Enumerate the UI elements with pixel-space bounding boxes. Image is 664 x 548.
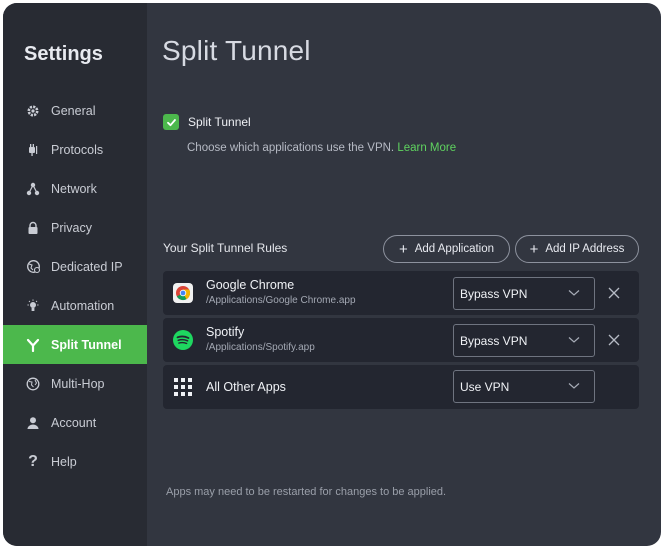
sidebar-item-general[interactable]: General <box>3 91 147 130</box>
add-ip-address-button[interactable]: + Add IP Address <box>515 235 639 263</box>
remove-rule-button[interactable] <box>605 331 623 349</box>
settings-window: Settings General Protocols Network Priva… <box>3 3 661 546</box>
chrome-icon <box>173 283 193 303</box>
question-icon: ? <box>28 452 38 470</box>
rule-mode-select[interactable]: Use VPN <box>453 370 595 403</box>
add-ip-address-label: Add IP Address <box>545 243 625 255</box>
sidebar-item-dedicated-ip[interactable]: Dedicated IP <box>3 247 147 286</box>
sidebar-item-split-tunnel[interactable]: Split Tunnel <box>3 325 147 364</box>
sidebar-item-label: Dedicated IP <box>51 259 123 274</box>
rule-mode-value: Bypass VPN <box>460 286 528 301</box>
rule-row: Google Chrome /Applications/Google Chrom… <box>163 271 639 315</box>
lock-icon <box>25 220 41 236</box>
sidebar-item-network[interactable]: Network <box>3 169 147 208</box>
sidebar-item-label: Network <box>51 181 97 196</box>
close-icon <box>608 287 620 299</box>
sidebar-item-label: Automation <box>51 298 115 313</box>
chevron-down-icon <box>568 383 580 389</box>
dedicated-ip-icon <box>25 259 41 275</box>
globe-icon <box>25 376 41 392</box>
rule-app-path: /Applications/Spotify.app <box>206 342 315 353</box>
split-icon <box>25 337 41 353</box>
page-title: Split Tunnel <box>162 35 311 66</box>
description-text: Choose which applications use the VPN. <box>187 142 395 154</box>
add-application-button[interactable]: + Add Application <box>383 235 510 263</box>
sidebar-nav: General Protocols Network Privacy Dedica… <box>3 91 147 481</box>
sidebar-item-help[interactable]: ? Help <box>3 442 147 481</box>
learn-more-link[interactable]: Learn More <box>397 142 456 154</box>
sidebar-item-account[interactable]: Account <box>3 403 147 442</box>
sidebar-item-label: Help <box>51 454 77 469</box>
rule-app-name: Spotify <box>206 325 245 339</box>
plus-icon: + <box>529 240 539 258</box>
sidebar-item-protocols[interactable]: Protocols <box>3 130 147 169</box>
chevron-down-icon <box>568 337 580 343</box>
spotify-icon <box>173 330 193 350</box>
sidebar-item-label: Protocols <box>51 142 104 157</box>
rule-mode-select[interactable]: Bypass VPN <box>453 324 595 357</box>
split-tunnel-checkbox[interactable] <box>163 114 179 130</box>
rule-app-name: Google Chrome <box>206 278 295 292</box>
sidebar-item-multi-hop[interactable]: Multi-Hop <box>3 364 147 403</box>
remove-rule-button[interactable] <box>605 284 623 302</box>
rule-row: All Other Apps Use VPN <box>163 365 639 409</box>
plug-icon <box>25 142 41 158</box>
rule-row: Spotify /Applications/Spotify.app Bypass… <box>163 318 639 362</box>
sidebar-title: Settings <box>24 43 103 65</box>
footer-note: Apps may need to be restarted for change… <box>166 486 447 498</box>
sidebar-item-label: General <box>51 103 96 118</box>
main-panel: Split Tunnel Split Tunnel Choose which a… <box>147 3 661 546</box>
plus-icon: + <box>398 240 408 258</box>
close-icon <box>608 334 620 346</box>
grid-icon <box>173 377 193 397</box>
rule-mode-value: Use VPN <box>460 379 510 394</box>
network-icon <box>25 181 41 197</box>
split-tunnel-toggle-row: Split Tunnel <box>163 114 251 130</box>
lightbulb-icon <box>25 298 41 314</box>
chevron-down-icon <box>568 290 580 296</box>
gear-icon <box>25 103 41 119</box>
rule-mode-select[interactable]: Bypass VPN <box>453 277 595 310</box>
sidebar-item-label: Privacy <box>51 220 92 235</box>
sidebar-item-label: Split Tunnel <box>51 337 122 352</box>
sidebar: Settings General Protocols Network Priva… <box>3 3 147 546</box>
add-application-label: Add Application <box>414 243 495 255</box>
rule-mode-value: Bypass VPN <box>460 333 528 348</box>
split-tunnel-toggle-label: Split Tunnel <box>188 115 251 129</box>
sidebar-item-label: Account <box>51 415 97 430</box>
split-tunnel-description: Choose which applications use the VPN. L… <box>187 142 456 154</box>
rule-app-name: All Other Apps <box>206 380 286 394</box>
sidebar-item-label: Multi-Hop <box>51 376 105 391</box>
user-icon <box>25 415 41 431</box>
sidebar-item-privacy[interactable]: Privacy <box>3 208 147 247</box>
check-icon <box>166 118 176 126</box>
rules-title: Your Split Tunnel Rules <box>163 241 288 255</box>
sidebar-item-automation[interactable]: Automation <box>3 286 147 325</box>
rule-app-path: /Applications/Google Chrome.app <box>206 295 356 306</box>
